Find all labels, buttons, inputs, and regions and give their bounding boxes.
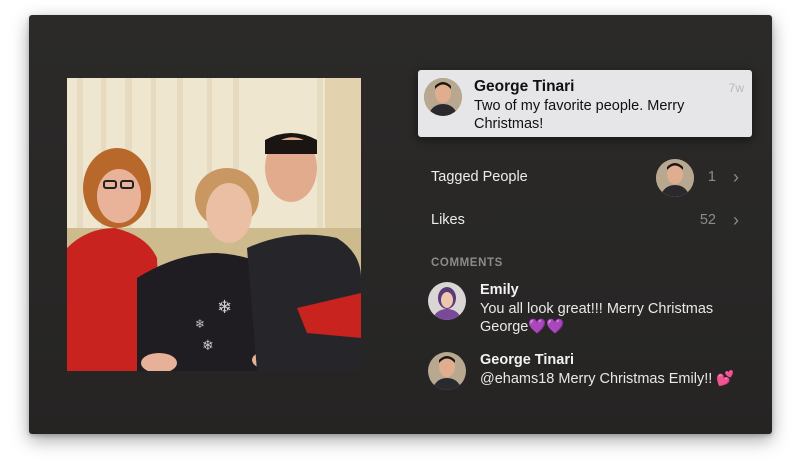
caption-timestamp: 7w — [728, 81, 744, 95]
comment-author[interactable]: Emily — [480, 282, 519, 298]
caption-author[interactable]: George Tinari — [474, 78, 575, 96]
comment-text: You all look great!!! Merry Christmas Ge… — [480, 300, 740, 336]
avatar-icon — [428, 352, 466, 390]
emoji: 💜💜 — [528, 319, 565, 335]
comment-body: @ehams18 Merry Christmas Emily!! — [480, 371, 713, 387]
likes-row[interactable]: Likes 52 › — [431, 205, 742, 235]
comment-text: @ehams18 Merry Christmas Emily!! 💕 — [480, 370, 740, 388]
tagged-people-count: 1 — [707, 169, 716, 185]
comment-author[interactable]: George Tinari — [480, 352, 574, 368]
comment-body: You all look great!!! Merry Christmas Ge… — [480, 301, 714, 335]
post-photo[interactable]: ❄ ❄ ❄ — [67, 78, 361, 371]
avatar-icon — [656, 159, 694, 197]
comments-section-title: COMMENTS — [431, 257, 503, 269]
tagged-people-label: Tagged People — [431, 169, 528, 185]
tagged-people-row[interactable]: Tagged People 1 › — [431, 159, 742, 197]
likes-count: 52 — [699, 212, 716, 228]
chevron-right-icon: › — [733, 210, 739, 230]
avatar-icon — [424, 78, 462, 116]
avatar-icon — [428, 282, 466, 320]
svg-text:❄: ❄ — [195, 317, 205, 331]
tv-screen: ❄ ❄ ❄ George Tinari 7w Two of my favorit… — [29, 15, 772, 434]
svg-text:❄: ❄ — [202, 338, 214, 354]
emoji: 💕 — [716, 371, 735, 387]
caption-card[interactable]: George Tinari 7w Two of my favorite peop… — [418, 70, 752, 137]
chevron-right-icon: › — [733, 167, 739, 187]
likes-label: Likes — [431, 212, 465, 228]
svg-text:❄: ❄ — [217, 297, 232, 318]
caption-text: Two of my favorite people. Merry Christm… — [474, 98, 685, 132]
photo-image: ❄ ❄ ❄ — [67, 78, 361, 371]
